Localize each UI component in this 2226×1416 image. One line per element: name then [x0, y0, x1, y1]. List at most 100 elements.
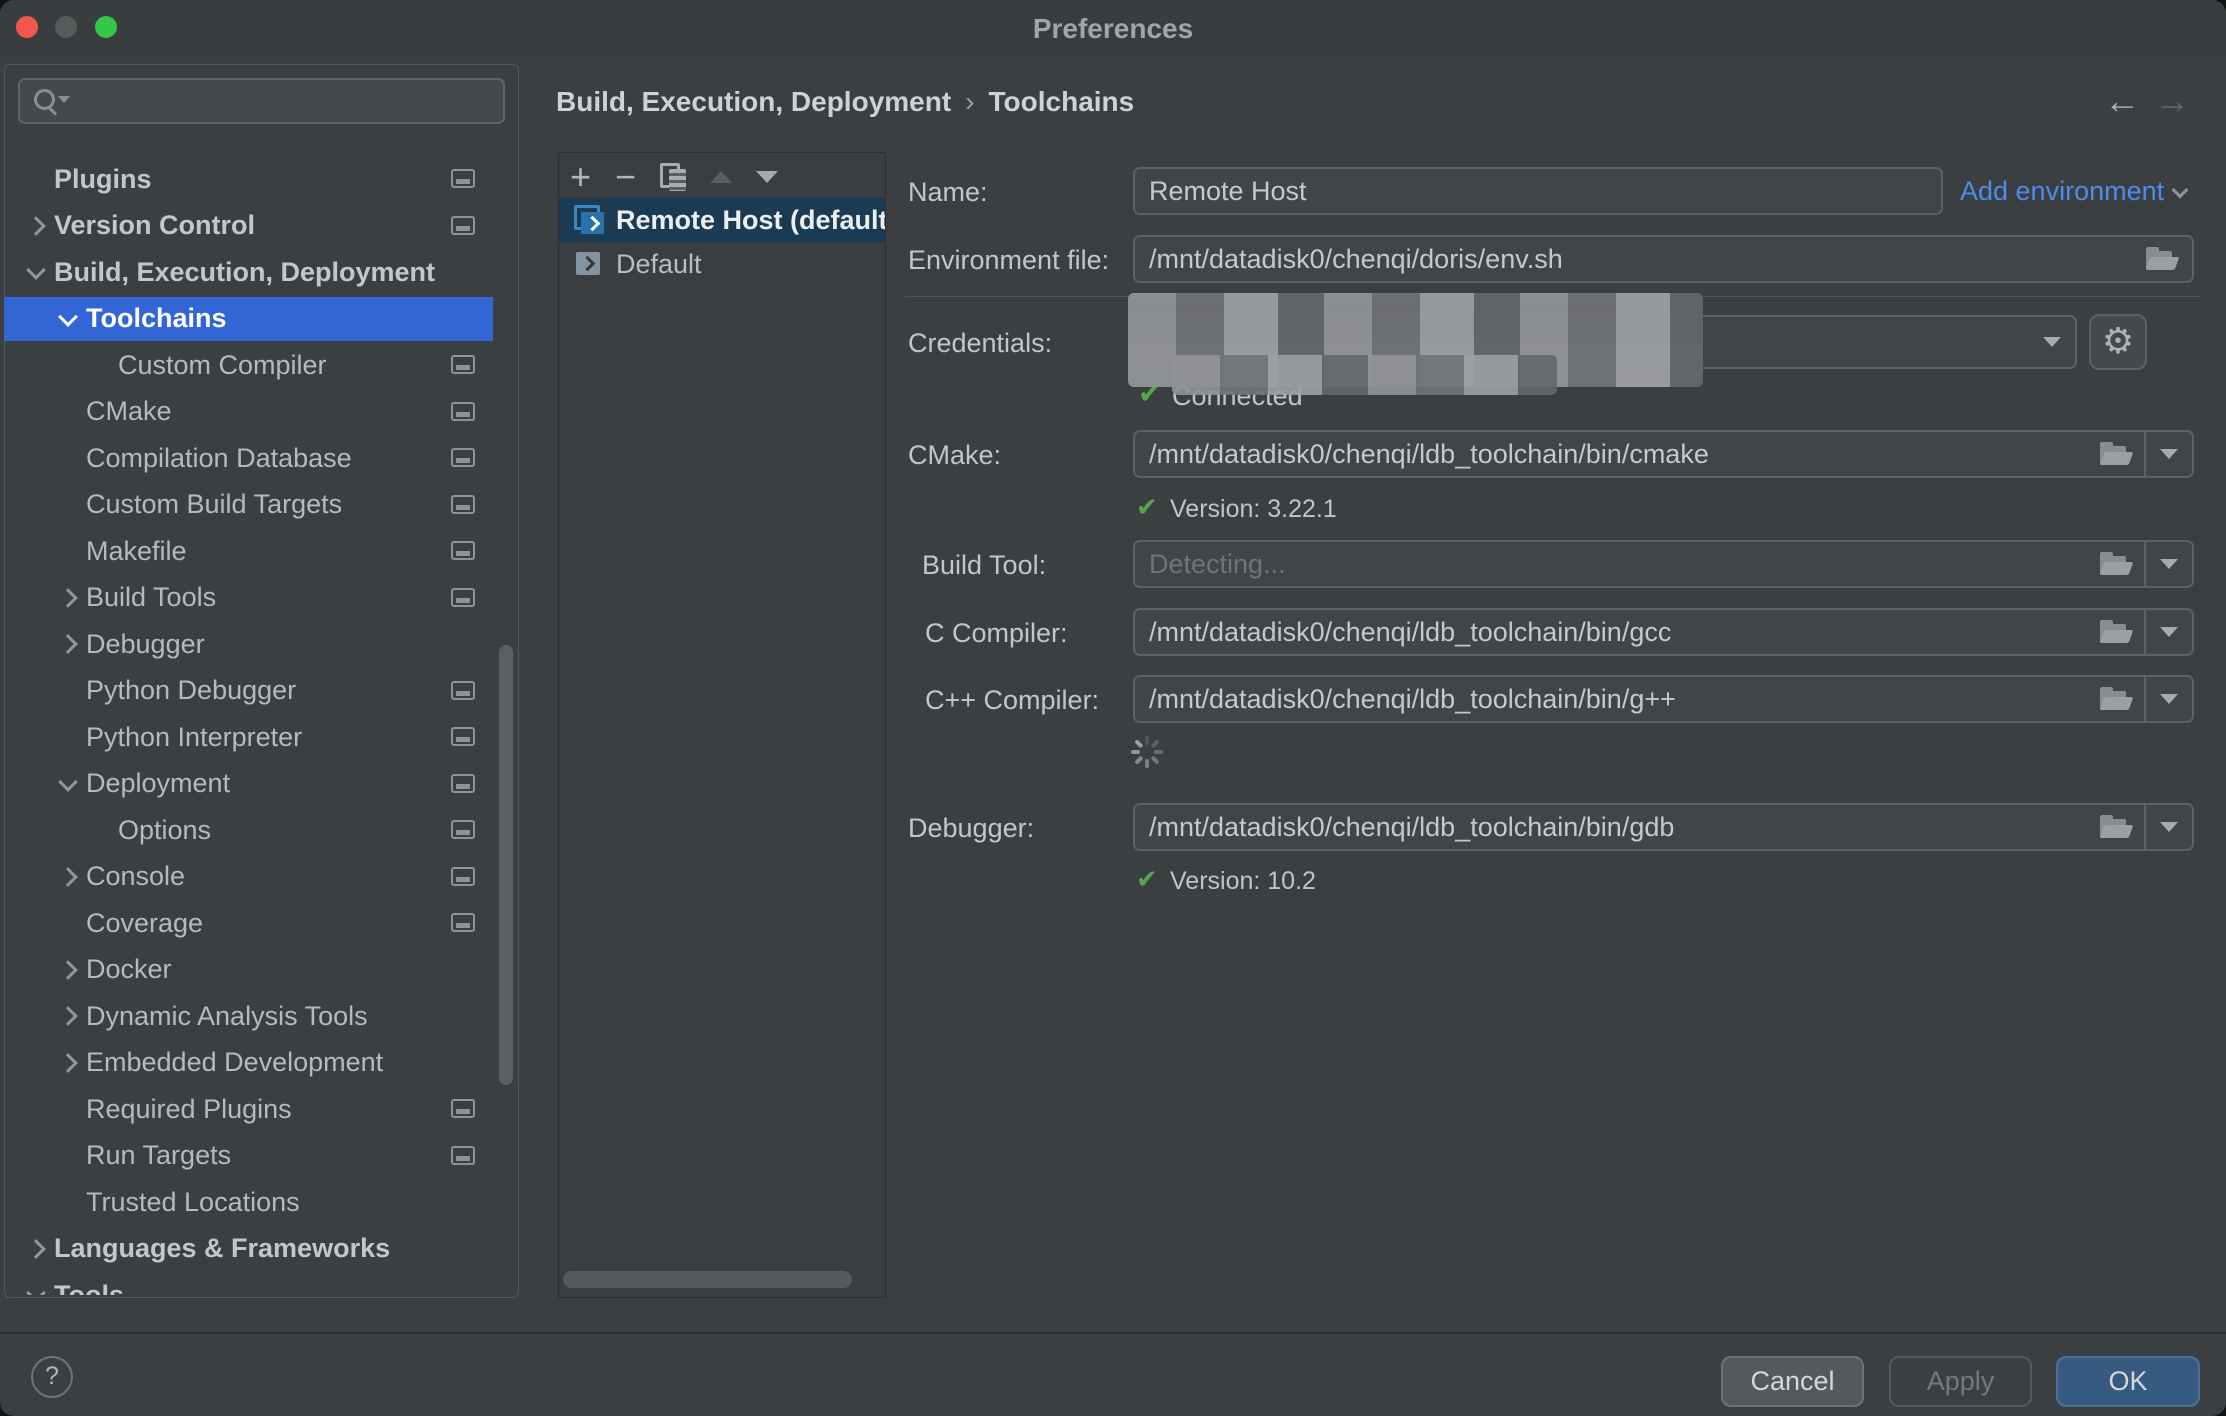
spinner-bar	[1134, 739, 1143, 748]
browse-folder-icon[interactable]	[2098, 551, 2132, 577]
sidebar-item-makefile[interactable]: Makefile	[4, 528, 517, 575]
c-compiler-path-combobox[interactable]: /mnt/datadisk0/chenqi/ldb_toolchain/bin/…	[1133, 675, 2194, 723]
cancel-button[interactable]: Cancel	[1721, 1356, 1864, 1407]
dropdown-caret-icon[interactable]	[2043, 337, 2061, 347]
breadcrumb-toolchains[interactable]: Toolchains	[989, 86, 1135, 117]
sidebar-item-run-targets[interactable]: Run Targets	[4, 1133, 517, 1180]
sidebar-item-build-tools[interactable]: Build Tools	[4, 575, 517, 622]
add-environment-link[interactable]: Add environment	[1960, 176, 2186, 207]
toolchain-item-remote-host[interactable]: Remote Host (default)	[559, 198, 885, 242]
move-down-icon[interactable]	[756, 171, 778, 183]
sidebar-item-label: Coverage	[86, 908, 203, 939]
breadcrumb-separator: ›	[951, 86, 988, 117]
sidebar-scrollbar[interactable]	[499, 645, 513, 1085]
dropdown-caret-icon[interactable]	[2160, 822, 2178, 832]
sidebar-item-languages-frameworks[interactable]: Languages & Frameworks	[4, 1226, 517, 1273]
sidebar-item-python-debugger[interactable]: Python Debugger	[4, 668, 517, 715]
configurable-page-icon	[451, 820, 475, 839]
chevron-right-icon[interactable]	[54, 1009, 82, 1023]
sidebar-item-version-control[interactable]: Version Control	[4, 203, 517, 250]
sidebar-item-trusted-locations[interactable]: Trusted Locations	[4, 1179, 517, 1226]
build-tool-path-combobox[interactable]: Detecting...	[1133, 540, 2194, 588]
environment-file-input[interactable]: /mnt/datadisk0/chenqi/doris/env.sh	[1133, 235, 2194, 283]
sidebar-item-coverage[interactable]: Coverage	[4, 900, 517, 947]
chevron-down-icon[interactable]	[54, 314, 82, 324]
sidebar-item-deployment[interactable]: Deployment	[4, 761, 517, 808]
configurable-page-icon	[451, 913, 475, 932]
sidebar-item-custom-build-targets[interactable]: Custom Build Targets	[4, 482, 517, 529]
browse-folder-icon[interactable]	[2098, 686, 2132, 712]
sidebar-item-custom-compiler[interactable]: Custom Compiler	[4, 342, 517, 389]
sidebar-item-build-execution-deployment[interactable]: Build, Execution, Deployment	[4, 249, 517, 296]
ok-button[interactable]: OK	[2056, 1356, 2200, 1407]
configurable-page-icon	[451, 588, 475, 607]
browse-folder-icon[interactable]	[2098, 441, 2132, 467]
cmake-path-combobox[interactable]: /mnt/datadisk0/chenqi/ldb_toolchain/bin/…	[1133, 430, 2194, 478]
breadcrumb-build-execution-deployment[interactable]: Build, Execution, Deployment	[556, 86, 951, 117]
dropdown-caret-icon[interactable]	[2160, 449, 2178, 459]
browse-folder-icon[interactable]	[2144, 246, 2178, 272]
settings-search-field[interactable]	[18, 78, 505, 124]
credentials-label: Credentials:	[908, 328, 1052, 359]
chevron-right-icon[interactable]	[54, 591, 82, 605]
sidebar-item-embedded-development[interactable]: Embedded Development	[4, 1040, 517, 1087]
sidebar-item-toolchains[interactable]: Toolchains	[4, 296, 517, 343]
configurable-page-icon	[451, 402, 475, 421]
sidebar-item-debugger[interactable]: Debugger	[4, 621, 517, 668]
help-button[interactable]: ?	[31, 1356, 73, 1398]
dropdown-caret-icon[interactable]	[2160, 694, 2178, 704]
spinner-bar	[1131, 750, 1140, 754]
toolchain-item-label: Default	[616, 249, 702, 280]
chevron-down-icon[interactable]	[22, 1290, 50, 1295]
spinner-bar	[1145, 759, 1149, 768]
sidebar-item-tools[interactable]: Tools	[4, 1272, 517, 1295]
sidebar-item-dynamic-analysis-tools[interactable]: Dynamic Analysis Tools	[4, 993, 517, 1040]
sidebar-item-label: Version Control	[54, 210, 255, 241]
environment-file-value: /mnt/datadisk0/chenqi/doris/env.sh	[1135, 244, 2144, 275]
name-input[interactable]	[1133, 167, 1943, 215]
dropdown-caret-icon[interactable]	[2160, 559, 2178, 569]
duplicate-toolchain-icon[interactable]	[660, 163, 686, 191]
chevron-right-icon[interactable]	[22, 219, 50, 233]
sidebar-item-options[interactable]: Options	[4, 807, 517, 854]
debugger-version-status: Version: 10.2	[1170, 867, 1316, 896]
chevron-down-icon[interactable]	[22, 267, 50, 277]
sidebar-item-docker[interactable]: Docker	[4, 947, 517, 994]
sidebar-item-compilation-database[interactable]: Compilation Database	[4, 435, 517, 482]
toolchain-item-default[interactable]: Default	[559, 242, 885, 286]
chevron-right-icon[interactable]	[54, 870, 82, 884]
c-compiler-path-combobox[interactable]: /mnt/datadisk0/chenqi/ldb_toolchain/bin/…	[1133, 608, 2194, 656]
toolchains-horizontal-scrollbar[interactable]	[563, 1271, 852, 1288]
sidebar-item-plugins[interactable]: Plugins	[4, 156, 517, 203]
sidebar-item-label: Tools	[54, 1280, 124, 1295]
browse-folder-icon[interactable]	[2098, 619, 2132, 645]
build-tool-label: Build Tool:	[922, 550, 1046, 581]
add-toolchain-button[interactable]: +	[570, 159, 591, 195]
search-input[interactable]	[76, 82, 500, 122]
system-toolchain-icon	[574, 249, 606, 279]
dropdown-caret-icon[interactable]	[2160, 627, 2178, 637]
back-arrow-icon[interactable]: ←	[2100, 80, 2144, 122]
remove-toolchain-button[interactable]: −	[615, 159, 636, 195]
chevron-right-icon[interactable]	[54, 1056, 82, 1070]
search-icon	[34, 89, 64, 119]
move-up-icon[interactable]	[710, 171, 732, 183]
forward-arrow-icon[interactable]: →	[2150, 80, 2194, 122]
chevron-right-icon[interactable]	[54, 963, 82, 977]
configurable-page-icon	[451, 1099, 475, 1118]
browse-folder-icon[interactable]	[2098, 814, 2132, 840]
credentials-settings-gear-button[interactable]: ⚙	[2089, 314, 2147, 370]
spinner-bar	[1145, 736, 1149, 745]
combo-divider	[2144, 432, 2146, 476]
debugger-path-combobox[interactable]: /mnt/datadisk0/chenqi/ldb_toolchain/bin/…	[1133, 803, 2194, 851]
sidebar-item-console[interactable]: Console	[4, 854, 517, 901]
sidebar-item-cmake[interactable]: CMake	[4, 389, 517, 436]
loading-spinner	[1131, 736, 1163, 768]
chevron-down-icon[interactable]	[54, 779, 82, 789]
sidebar-item-python-interpreter[interactable]: Python Interpreter	[4, 714, 517, 761]
c-compiler-value: /mnt/datadisk0/chenqi/ldb_toolchain/bin/…	[1135, 617, 2098, 648]
chevron-right-icon[interactable]	[54, 637, 82, 651]
apply-button[interactable]: Apply	[1889, 1356, 2032, 1407]
sidebar-item-required-plugins[interactable]: Required Plugins	[4, 1086, 517, 1133]
chevron-right-icon[interactable]	[22, 1242, 50, 1256]
